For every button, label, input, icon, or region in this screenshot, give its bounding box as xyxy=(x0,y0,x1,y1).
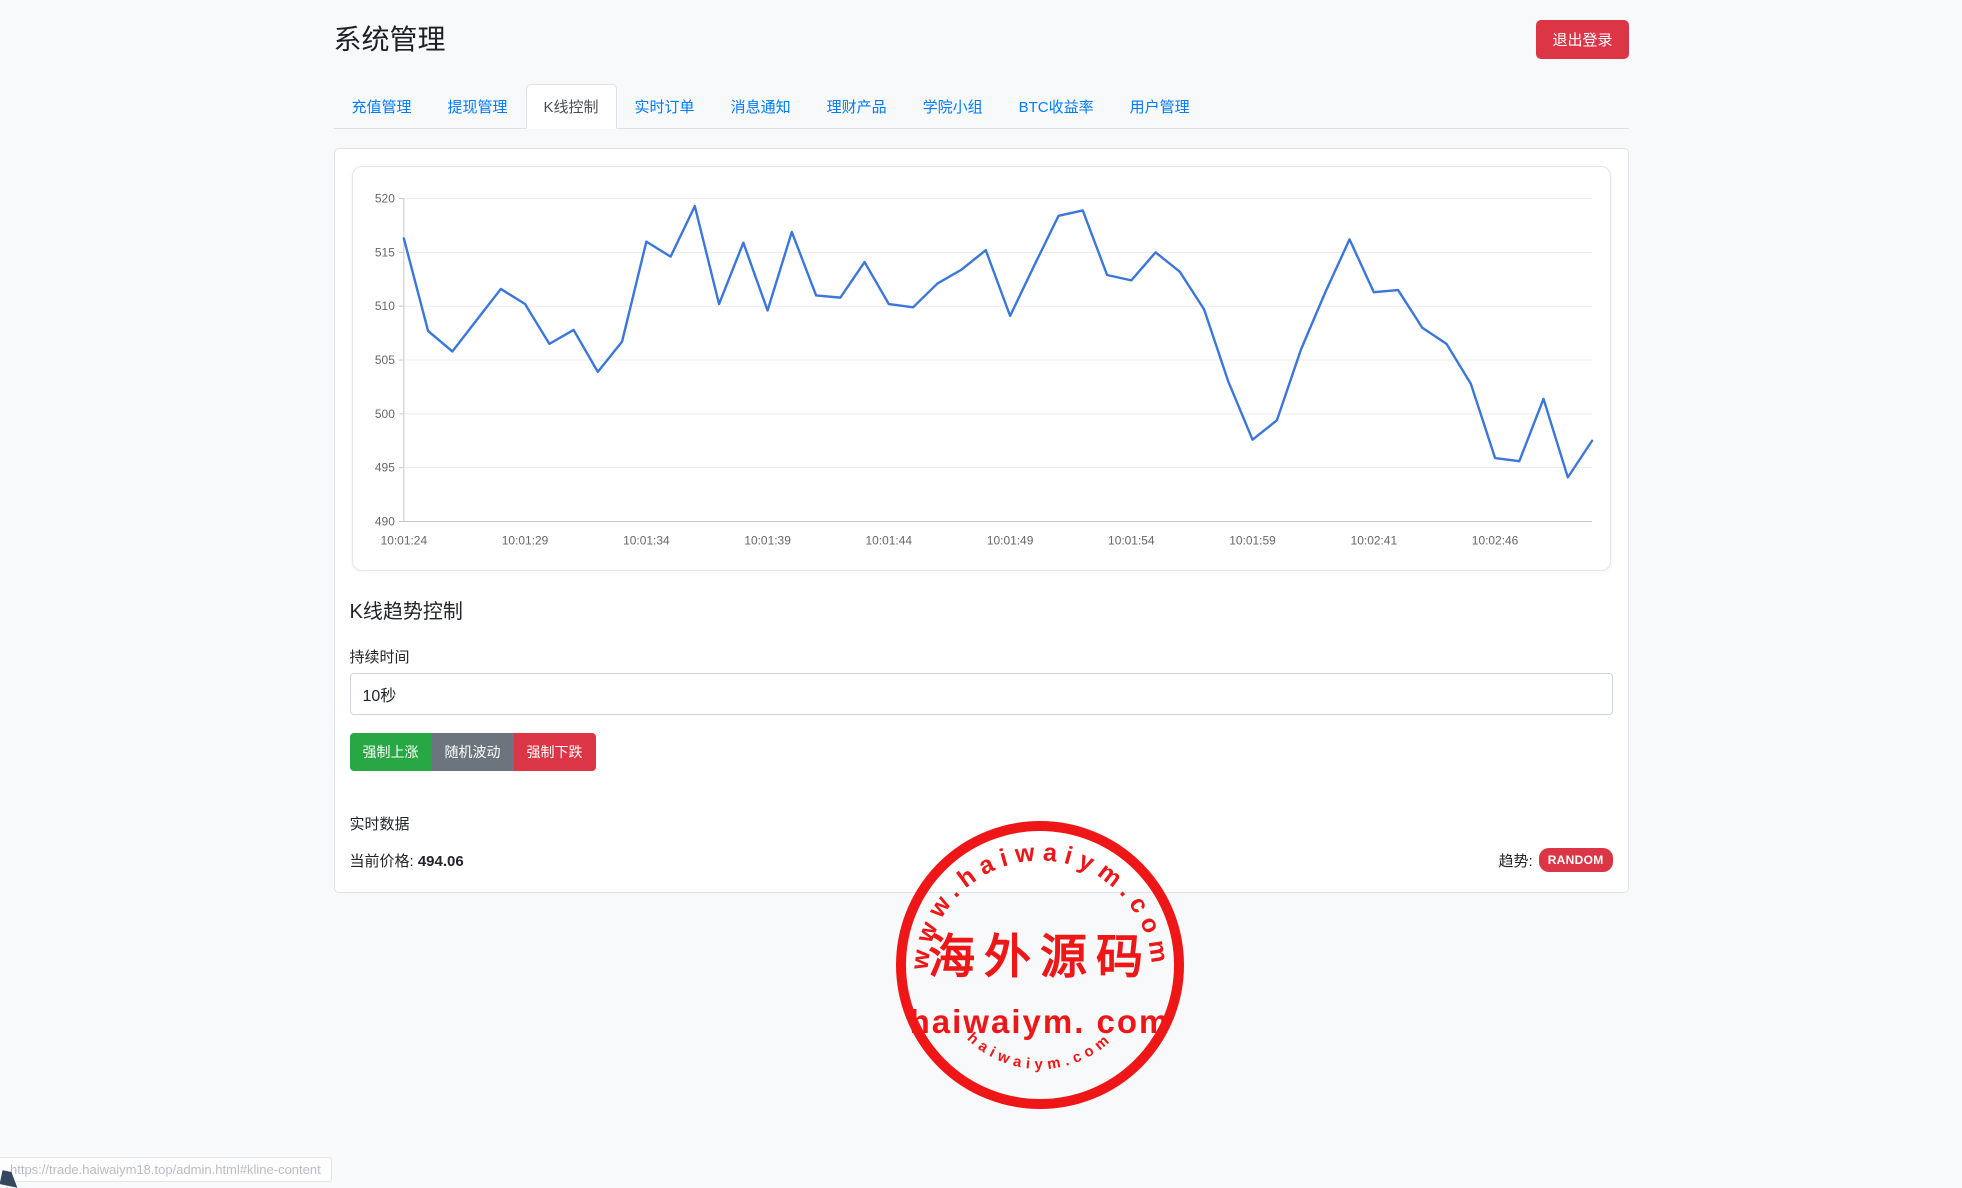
svg-text:500: 500 xyxy=(374,407,394,421)
svg-text:10:02:46: 10:02:46 xyxy=(1471,533,1518,547)
svg-text:10:01:29: 10:01:29 xyxy=(501,533,548,547)
stamp-arc-bottom-text: haiwaiym.com xyxy=(964,1029,1116,1073)
force-up-button[interactable]: 强制上涨 xyxy=(350,733,432,771)
stamp-center-en: haiwaiym. com xyxy=(910,1003,1171,1040)
svg-text:490: 490 xyxy=(374,515,394,529)
price-chart-panel: 490 495 500 505 510 515 520 10:01:24 10:01:29 10:… xyxy=(352,166,1611,571)
duration-label: 持续时间 xyxy=(350,646,1613,667)
price-line-chart: 490 495 500 505 510 515 520 10:01:24 10:01:29 10:… xyxy=(353,167,1610,570)
force-down-button[interactable]: 强制下跌 xyxy=(514,733,596,771)
svg-text:10:01:44: 10:01:44 xyxy=(865,533,912,547)
tab-messages[interactable]: 消息通知 xyxy=(713,84,809,129)
svg-text:510: 510 xyxy=(374,299,394,313)
tab-recharge[interactable]: 充值管理 xyxy=(334,84,430,129)
tab-orders[interactable]: 实时订单 xyxy=(617,84,713,129)
trend-indicator: 趋势: RANDOM xyxy=(1499,848,1613,872)
logout-button[interactable]: 退出登录 xyxy=(1536,20,1628,59)
trend-button-group: 强制上涨 随机波动 强制下跌 xyxy=(350,733,596,771)
kline-panel-card: 490 495 500 505 510 515 520 10:01:24 10:01:29 10:… xyxy=(334,148,1629,893)
trend-badge: RANDOM xyxy=(1539,848,1613,872)
realtime-row: 当前价格: 494.06 趋势: RANDOM xyxy=(350,848,1613,872)
duration-input[interactable] xyxy=(350,673,1613,715)
svg-text:10:01:49: 10:01:49 xyxy=(986,533,1033,547)
svg-text:10:01:39: 10:01:39 xyxy=(744,533,791,547)
price-value: 494.06 xyxy=(418,853,464,870)
svg-text:10:02:41: 10:02:41 xyxy=(1350,533,1397,547)
tab-kline[interactable]: K线控制 xyxy=(526,84,617,129)
tab-college[interactable]: 学院小组 xyxy=(905,84,1001,129)
svg-text:495: 495 xyxy=(374,461,394,475)
page-title: 系统管理 xyxy=(334,18,1629,58)
price-label: 当前价格: xyxy=(350,853,414,870)
realtime-heading: 实时数据 xyxy=(350,813,1613,834)
svg-text:505: 505 xyxy=(374,353,394,367)
svg-text:10:01:34: 10:01:34 xyxy=(623,533,670,547)
trend-control-heading: K线趋势控制 xyxy=(350,595,1613,624)
tab-bar: 充值管理 提现管理 K线控制 实时订单 消息通知 理财产品 学院小组 BTC收益… xyxy=(334,84,1629,129)
tab-users[interactable]: 用户管理 xyxy=(1112,84,1208,129)
tab-finance[interactable]: 理财产品 xyxy=(809,84,905,129)
mouse-cursor xyxy=(0,1170,20,1187)
random-button[interactable]: 随机波动 xyxy=(432,733,514,771)
tab-withdraw[interactable]: 提现管理 xyxy=(430,84,526,129)
svg-text:515: 515 xyxy=(374,245,394,259)
svg-text:520: 520 xyxy=(374,192,394,206)
svg-text:10:01:59: 10:01:59 xyxy=(1229,533,1276,547)
tab-btc-yield[interactable]: BTC收益率 xyxy=(1001,84,1112,129)
main-container: 系统管理 退出登录 充值管理 提现管理 K线控制 实时订单 消息通知 理财产品 … xyxy=(334,0,1629,893)
svg-text:10:01:24: 10:01:24 xyxy=(380,533,427,547)
trend-label: 趋势: xyxy=(1499,850,1533,871)
stamp-center-cn: 海外源码 xyxy=(928,932,1152,984)
svg-text:10:01:54: 10:01:54 xyxy=(1108,533,1155,547)
browser-status-url: https://trade.haiwaiym18.top/admin.html#… xyxy=(0,1157,332,1182)
current-price: 当前价格: 494.06 xyxy=(350,850,464,871)
